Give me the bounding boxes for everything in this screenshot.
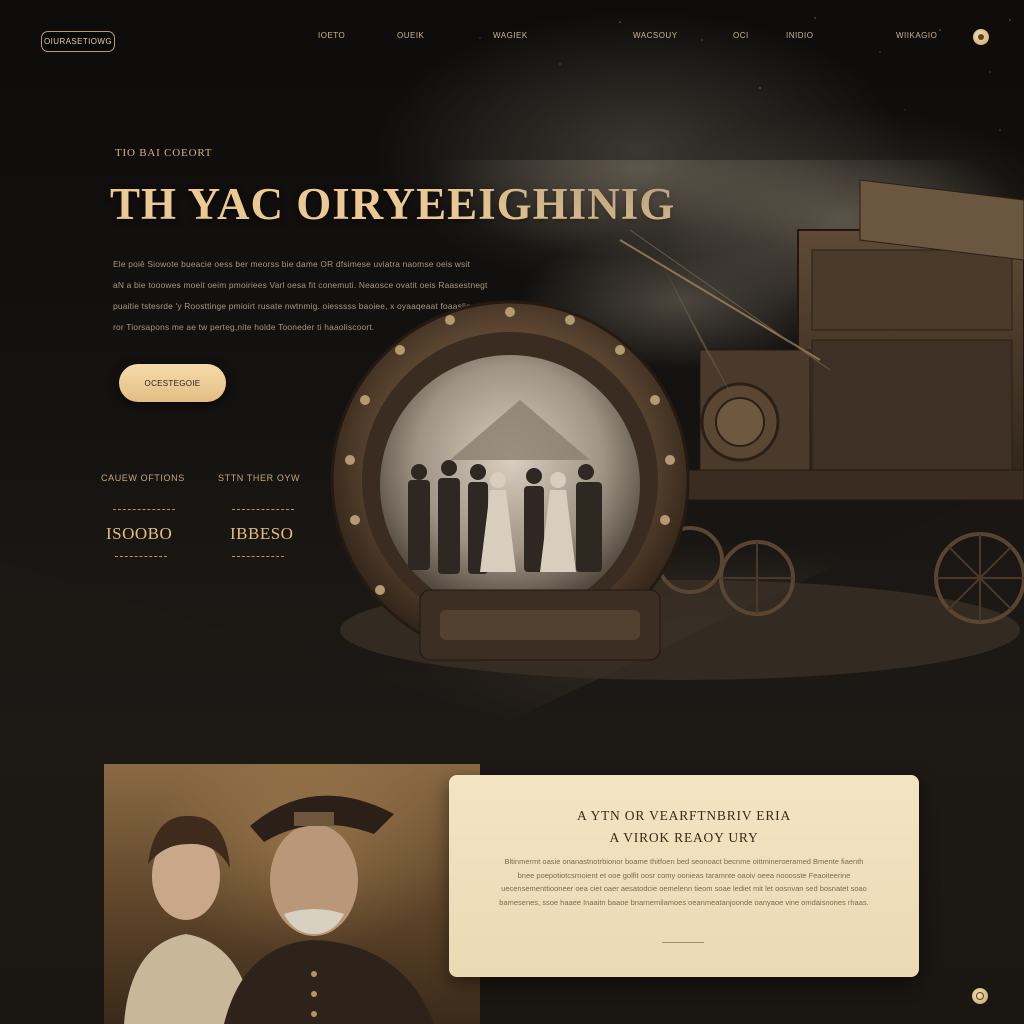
feature-card-title: A YTN OR VEARFTNBRIV ERIA A VIROK REAOY … (449, 805, 919, 849)
porthole-graphic (330, 300, 690, 661)
nav-item-6[interactable]: INIDIO (786, 31, 813, 40)
nav-item-3[interactable]: WAGIEK (493, 31, 528, 40)
divider (662, 942, 704, 943)
scroll-top-icon[interactable] (972, 988, 988, 1004)
hero-eyebrow: TIO BAI COEORT (115, 147, 213, 159)
hero-cta-button[interactable]: OCESTEGOIE (119, 364, 226, 402)
stat-label: CAUEW OFTIONS (101, 473, 185, 483)
settings-dot-icon[interactable] (973, 29, 989, 45)
divider (115, 556, 167, 557)
divider (113, 509, 175, 510)
divider (232, 509, 294, 510)
top-navigation: IOETO OUEIK WAGIEK WACSOUY OCI INIDIO WI… (0, 31, 1024, 43)
stat-block-1: CAUEW OFTIONS ISOOBO (101, 473, 221, 557)
feature-card-body: Bltinmermt oasie onanastnotrbionor boame… (499, 857, 869, 907)
nav-item-2[interactable]: OUEIK (397, 31, 424, 40)
vintage-portrait-image (104, 764, 480, 1024)
nav-item-5[interactable]: OCI (733, 31, 749, 40)
divider (232, 556, 284, 557)
feature-card-title-line-1: A YTN OR VEARFTNBRIV ERIA (576, 808, 792, 823)
hero-illustration (330, 160, 1024, 680)
stat-value: ISOOBO (106, 524, 173, 543)
feature-card-title-line-2: A VIROK REAOY URY (609, 830, 759, 845)
nav-item-1[interactable]: IOETO (318, 31, 345, 40)
nav-item-7[interactable]: WIIKAGIO (896, 31, 937, 40)
feature-card: A YTN OR VEARFTNBRIV ERIA A VIROK REAOY … (449, 775, 919, 977)
nav-item-4[interactable]: WACSOUY (633, 31, 678, 40)
